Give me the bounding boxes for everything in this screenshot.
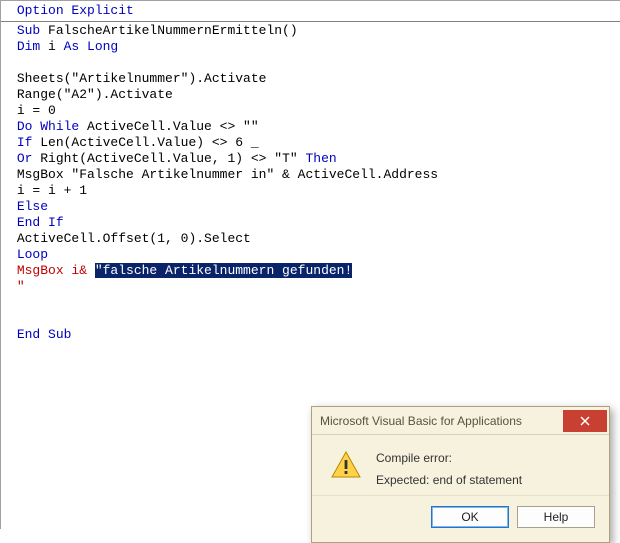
code-token-error: MsgBox i& <box>17 263 95 278</box>
code-token: Dim <box>17 39 40 54</box>
dialog-button-row: OK Help <box>312 495 609 542</box>
help-button[interactable]: Help <box>517 506 595 528</box>
code-token: i = i + 1 <box>17 183 87 198</box>
code-token: FalscheArtikelNummernErmitteln() <box>40 23 297 38</box>
code-token: End Sub <box>17 327 72 342</box>
code-token: Sub <box>17 23 40 38</box>
error-dialog: Microsoft Visual Basic for Applications … <box>311 406 610 543</box>
code-token: Then <box>305 151 336 166</box>
code-token: Range("A2").Activate <box>17 87 173 102</box>
code-token: i <box>40 39 63 54</box>
code-token: i = 0 <box>17 103 56 118</box>
close-icon <box>580 416 590 426</box>
code-token: End If <box>17 215 64 230</box>
code-token-error: " <box>17 279 25 294</box>
close-button[interactable] <box>563 410 607 432</box>
code-token: If <box>17 135 33 150</box>
blank-line <box>1 295 620 311</box>
code-token: ActiveCell.Value <> "" <box>79 119 258 134</box>
code-token: Sheets("Artikelnummer").Activate <box>17 71 267 86</box>
code-token: ActiveCell.Offset(1, 0).Select <box>17 231 251 246</box>
error-heading: Compile error: <box>376 449 522 467</box>
blank-line <box>1 311 620 327</box>
code-token: MsgBox "Falsche Artikelnummer in" & Acti… <box>17 167 438 182</box>
code-token: Right(ActiveCell.Value, 1) <> "T" <box>32 151 305 166</box>
code-token: Or <box>17 151 33 166</box>
code-token: Len(ActiveCell.Value) <> 6 _ <box>32 135 258 150</box>
code-token: Else <box>17 199 48 214</box>
error-detail: Expected: end of statement <box>376 471 522 489</box>
dialog-titlebar[interactable]: Microsoft Visual Basic for Applications <box>312 407 609 435</box>
code-token: As Long <box>64 39 119 54</box>
code-token: Loop <box>17 247 48 262</box>
blank-line <box>1 55 620 71</box>
code-selection: "falsche Artikelnummern gefunden! <box>95 263 352 278</box>
ok-button[interactable]: OK <box>431 506 509 528</box>
code-token: Do While <box>17 119 79 134</box>
procedure-separator <box>1 21 620 22</box>
warning-icon <box>330 449 362 481</box>
dialog-body: Compile error: Expected: end of statemen… <box>312 435 609 495</box>
code-token: Option Explicit <box>17 3 134 18</box>
dialog-message: Compile error: Expected: end of statemen… <box>376 449 522 489</box>
dialog-title: Microsoft Visual Basic for Applications <box>320 414 522 428</box>
